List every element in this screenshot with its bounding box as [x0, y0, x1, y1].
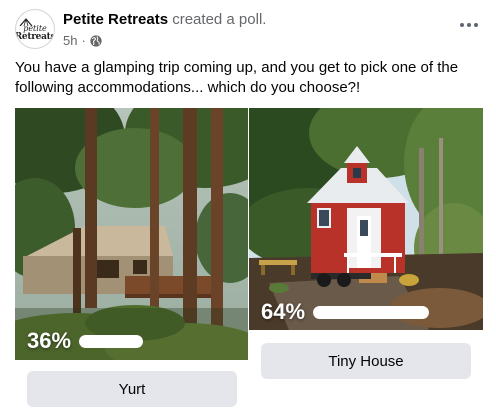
post-header: petite Retreats Petite Retreats created …	[15, 9, 485, 51]
meta-separator: ·	[81, 33, 86, 48]
post-meta: 5h ·	[63, 33, 102, 48]
poll-post: petite Retreats Petite Retreats created …	[0, 0, 496, 418]
vote-button-tiny-house[interactable]: Tiny House	[261, 343, 471, 379]
yurt-photo	[15, 108, 248, 360]
avatar[interactable]: petite Retreats	[15, 9, 55, 49]
post-author-line: Petite Retreats created a poll.	[63, 11, 266, 29]
tiny-house-image[interactable]: 64%	[249, 108, 483, 330]
post-action-text: created a poll.	[172, 11, 267, 28]
yurt-percent-fill	[79, 334, 144, 348]
more-dot	[467, 23, 471, 27]
tiny-house-result: 64%	[261, 299, 430, 325]
more-options-button[interactable]	[457, 13, 481, 37]
yurt-percent-bar	[79, 334, 144, 348]
tiny-house-percent-fill	[313, 305, 430, 319]
globe-icon[interactable]	[90, 34, 102, 47]
tent-logo-icon	[19, 18, 33, 26]
tiny-house-percent-label: 64%	[261, 299, 306, 324]
post-timestamp[interactable]: 5h	[63, 33, 77, 48]
yurt-image[interactable]: 36%	[15, 108, 248, 360]
avatar-logo-big: Retreats	[15, 32, 55, 42]
yurt-percent-label: 36%	[27, 328, 72, 353]
vote-button-yurt[interactable]: Yurt	[27, 371, 237, 407]
tiny-house-percent-bar	[313, 305, 430, 319]
more-dot	[474, 23, 478, 27]
post-text: You have a glamping trip coming up, and …	[15, 59, 459, 96]
more-horizontal-icon	[460, 23, 464, 27]
yurt-result: 36%	[27, 328, 144, 354]
page-name-link[interactable]: Petite Retreats	[63, 11, 168, 28]
tiny-house-photo	[249, 108, 483, 330]
